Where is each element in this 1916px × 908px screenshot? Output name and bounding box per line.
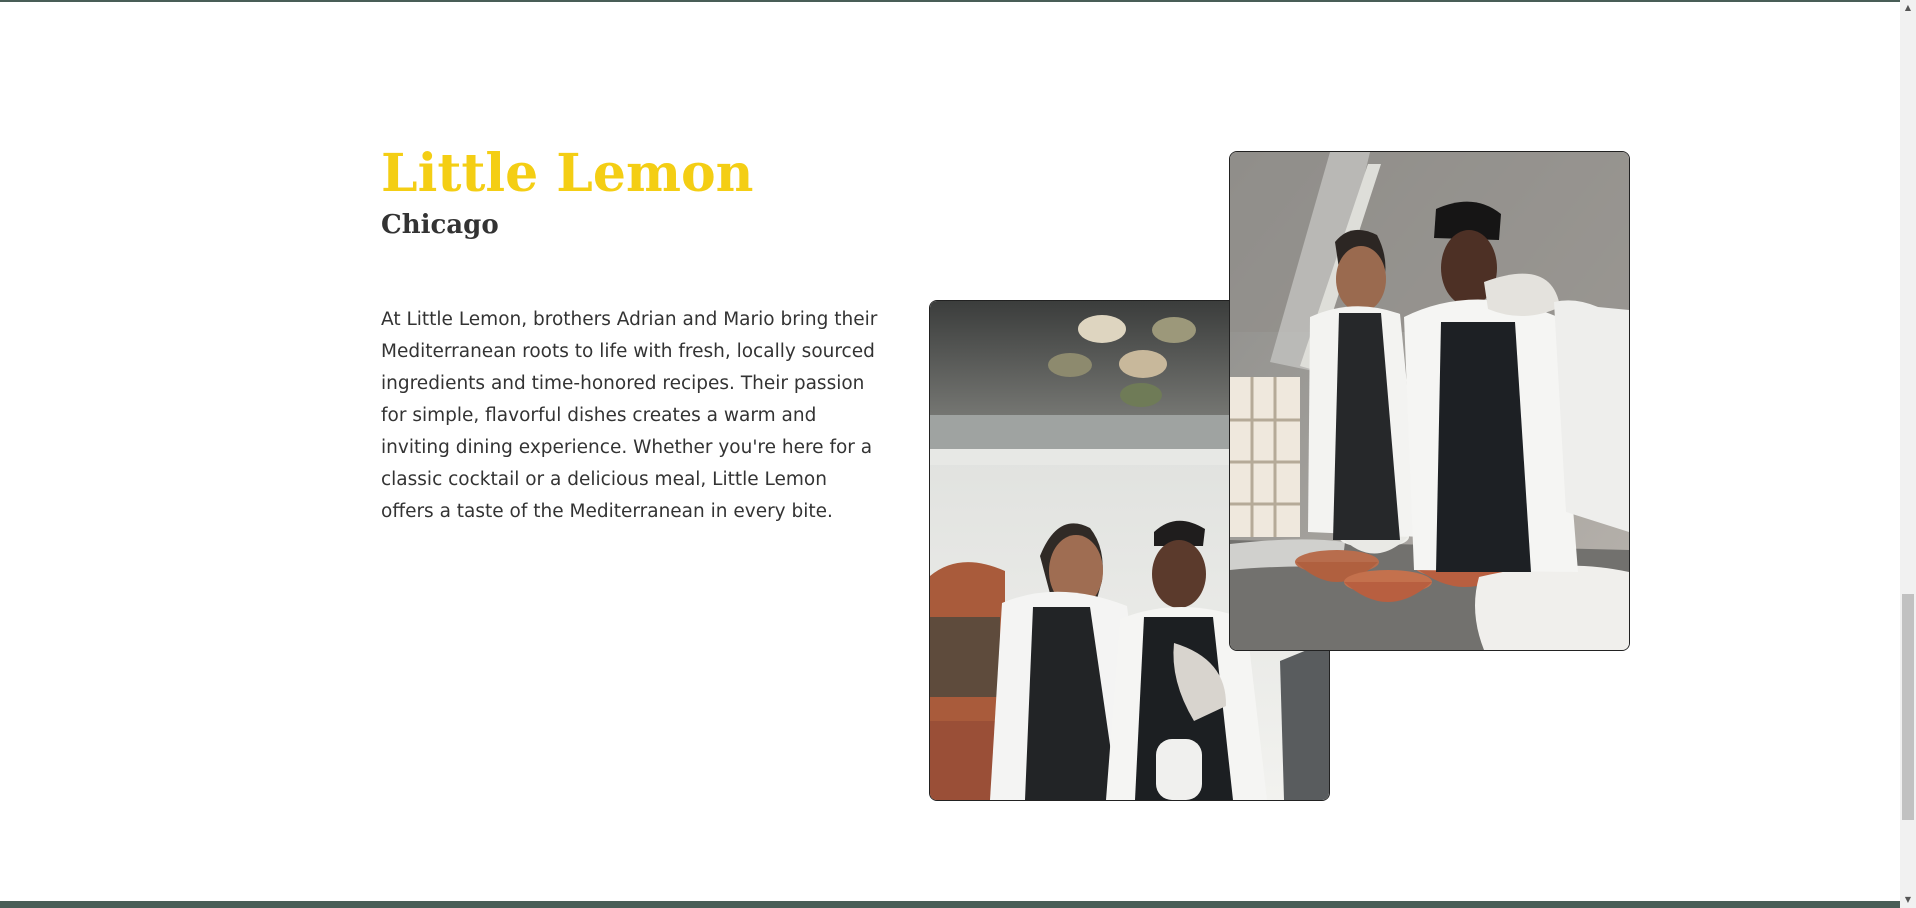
scrollbar-thumb[interactable] <box>1902 594 1914 820</box>
footer-edge <box>0 901 1900 908</box>
scroll-up-icon[interactable]: ▲ <box>1900 0 1916 16</box>
about-section: Little Lemon Chicago At Little Lemon, br… <box>381 140 881 528</box>
scroll-down-icon[interactable]: ▼ <box>1900 892 1916 908</box>
vertical-scrollbar[interactable]: ▲ ▼ <box>1900 0 1916 908</box>
top-border <box>0 0 1900 2</box>
chefs-talking-photo <box>1229 151 1630 651</box>
page: Little Lemon Chicago At Little Lemon, br… <box>0 0 1900 908</box>
browser-viewport: Little Lemon Chicago At Little Lemon, br… <box>0 0 1916 908</box>
about-subtitle: Chicago <box>381 210 499 240</box>
about-description: At Little Lemon, brothers Adrian and Mar… <box>381 309 878 522</box>
about-title: Little Lemon <box>381 143 754 204</box>
